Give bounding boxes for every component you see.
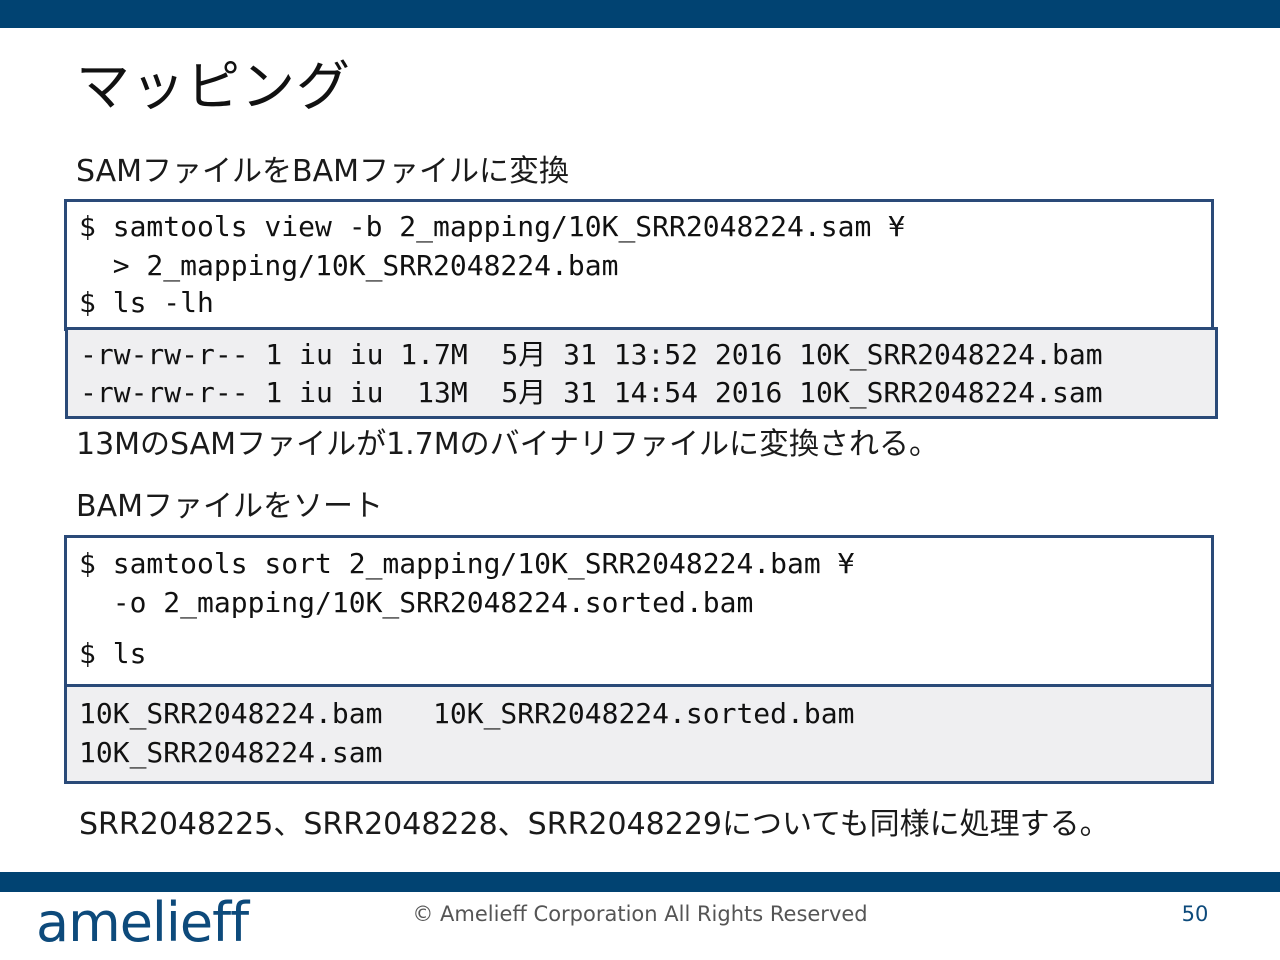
- command-box-convert: $ samtools view -b 2_mapping/10K_SRR2048…: [64, 199, 1214, 331]
- section2-heading: BAMファイルをソート: [76, 489, 383, 524]
- output-box-ls: 10K_SRR2048224.bam 10K_SRR2048224.sorted…: [64, 684, 1214, 784]
- command-line: $ ls: [79, 637, 147, 670]
- copyright-text: © Amelieff Corporation All Rights Reserv…: [412, 902, 868, 926]
- footer-note: SRR2048225、SRR2048228、SRR2048229についても同様に…: [79, 807, 1110, 842]
- output-box-ls-lh: -rw-rw-r-- 1 iu iu 1.7M 5月 31 13:52 2016…: [65, 327, 1218, 419]
- output-line: 10K_SRR2048224.bam 10K_SRR2048224.sorted…: [79, 697, 855, 730]
- command-line: > 2_mapping/10K_SRR2048224.bam: [79, 249, 619, 282]
- top-band: [0, 0, 1280, 28]
- output-line: -rw-rw-r-- 1 iu iu 1.7M 5月 31 13:52 2016…: [80, 338, 1103, 371]
- command-line: $ ls -lh: [79, 286, 214, 319]
- conversion-note: 13MのSAMファイルが1.7Mのバイナリファイルに変換される。: [76, 427, 940, 462]
- section1-heading: SAMファイルをBAMファイルに変換: [76, 154, 569, 189]
- command-line: $ samtools sort 2_mapping/10K_SRR2048224…: [79, 547, 855, 580]
- output-line: 10K_SRR2048224.sam: [79, 736, 383, 769]
- command-line: -o 2_mapping/10K_SRR2048224.sorted.bam: [79, 586, 754, 619]
- command-box-sort: $ samtools sort 2_mapping/10K_SRR2048224…: [64, 535, 1214, 688]
- slide-title: マッピング: [76, 55, 351, 118]
- page-number: 50: [1181, 902, 1209, 926]
- command-line: $ samtools view -b 2_mapping/10K_SRR2048…: [79, 210, 906, 243]
- output-line: -rw-rw-r-- 1 iu iu 13M 5月 31 14:54 2016 …: [80, 376, 1103, 409]
- bottom-band: [0, 872, 1280, 892]
